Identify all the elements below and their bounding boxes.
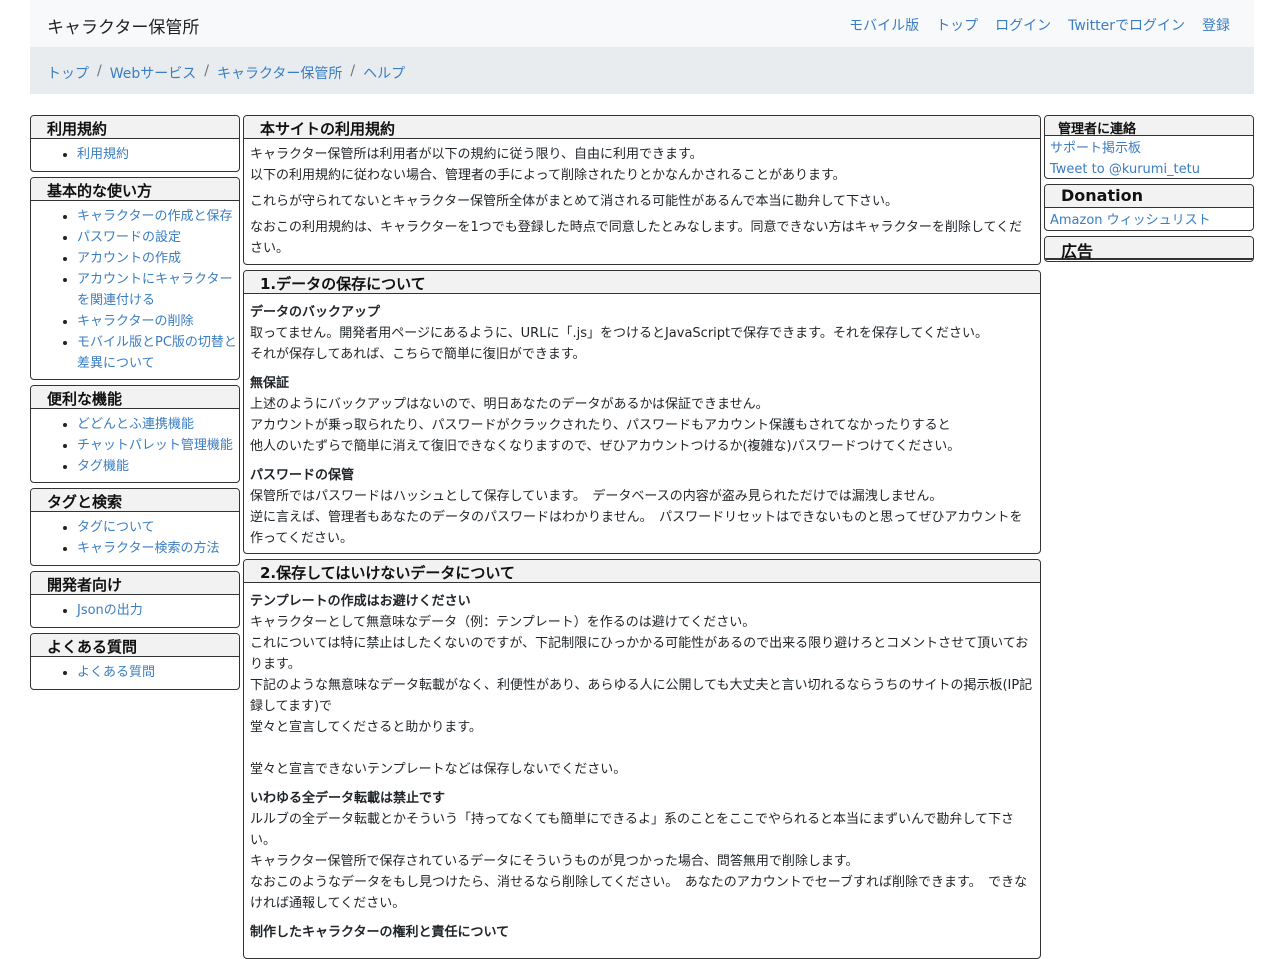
breadcrumb-webservice[interactable]: Webサービス [110,63,197,82]
sidebar-panel-title: 利用規約 [31,116,239,139]
navbar: キャラクター保管所 モバイル版 トップ ログイン Twitterでログイン 登録 [30,0,1254,47]
sidebar-item-json[interactable]: Jsonの出力 [77,603,143,618]
breadcrumb-help[interactable]: ヘルプ [363,63,405,82]
section1-panel: 1.データの保存について データのバックアップ 取ってません。開発者用ページにあ… [243,270,1041,554]
sidebar-panel-title: よくある質問 [31,634,239,657]
sidebar-item-dodontof[interactable]: どどんとふ連携機能 [77,417,194,432]
nav-twitter-login-link[interactable]: Twitterでログイン [1068,15,1185,35]
brand-link[interactable]: キャラクター保管所 [47,13,199,38]
template-text: これについては特に禁止はしたくないのですが、下記制限にひっかかる可能性があるので… [250,636,1029,672]
sidebar-panel-tags: タグと検索 タグについて キャラクター検索の方法 [30,488,240,566]
sidebar-panel-faq: よくある質問 よくある質問 [30,633,240,690]
breadcrumb-separator: / [350,63,356,79]
terms-text: なおこの利用規約は、キャラクターを1つでも登録した時点で同意したとみなします。同… [250,220,1023,256]
nav-mobile-link[interactable]: モバイル版 [849,15,919,35]
sidebar-item-tag-feature[interactable]: タグ機能 [77,459,129,474]
template-text: 堂々と宣言できないテンプレートなどは保存しないでください。 [250,762,627,777]
donation-title: Donation [1045,185,1253,208]
nav-top-link[interactable]: トップ [936,15,978,35]
password-text: 逆に言えば、管理者もあなたのデータのパスワードはわかりません。 パスワードリセッ… [250,510,1023,546]
section1-title: 1.データの保存について [244,271,1040,294]
template-heading: テンプレートの作成はお避けください [250,594,471,609]
sidebar-item-chat-palette[interactable]: チャットパレット管理機能 [77,438,233,453]
template-text: 堂々と宣言してくださると助かります。 [250,720,482,735]
sidebar-panel-title: 基本的な使い方 [31,178,239,201]
copy-heading: いわゆる全データ転載は禁止です [250,791,446,806]
support-board-link[interactable]: サポート掲示板 [1050,141,1141,156]
sidebar-panel-terms: 利用規約 利用規約 [30,115,240,172]
terms-text: これらが守られてないとキャラクター保管所全体がまとめて消される可能性があるんで本… [250,194,899,209]
copy-text: キャラクター保管所で保存されているデータにそういうものが見つかった場合、問答無用… [250,854,859,869]
password-text: 保管所ではパスワードはハッシュとして保存しています。 データベースの内容が盗み見… [250,489,943,504]
ad-title: 広告 [1045,237,1253,261]
nav-twitter-login-label: Twitterでログイン [1068,18,1185,34]
nav-links: モバイル版 トップ ログイン Twitterでログイン 登録 [849,15,1230,35]
sidebar-item-account[interactable]: アカウントの作成 [77,251,181,266]
section2-panel: 2.保存してはいけないデータについて テンプレートの作成はお避けください キャラ… [243,559,1041,959]
sidebar-panel-title: タグと検索 [31,489,239,512]
donation-panel: Donation Amazon ウィッシュリスト [1044,184,1254,231]
sidebar-item-about-tags[interactable]: タグについて [77,520,155,535]
password-heading: パスワードの保管 [250,468,355,483]
terms-title: 本サイトの利用規約 [244,116,1040,139]
noguarantee-text: アカウントが乗っ取られたり、パスワードがクラックされたり、パスワードもアカウント… [250,418,951,433]
backup-heading: データのバックアップ [250,305,381,320]
sidebar-item-link-account[interactable]: アカウントにキャラクターを関連付ける [77,272,232,308]
tweet-link[interactable]: Tweet to @kurumi_tetu [1050,162,1200,177]
breadcrumb-separator: / [97,63,102,79]
breadcrumb: トップ / Webサービス / キャラクター保管所 / ヘルプ [30,47,1254,94]
sidebar-panel-features: 便利な機能 どどんとふ連携機能 チャットパレット管理機能 タグ機能 [30,385,240,483]
section2-title: 2.保存してはいけないデータについて [244,560,1040,583]
sidebar-item-delete[interactable]: キャラクターの削除 [77,314,193,329]
contact-title: 管理者に連絡 [1045,116,1253,137]
sidebar-item-password[interactable]: パスワードの設定 [77,230,181,245]
noguarantee-text: 他人のいたずらで簡単に消えて復旧できなくなりますので、ぜひアカウントつけるか(複… [250,439,961,454]
breadcrumb-top[interactable]: トップ [47,63,89,82]
rights-heading: 制作したキャラクターの権利と責任について [250,925,510,940]
sidebar-item-search[interactable]: キャラクター検索の方法 [77,541,219,556]
breadcrumb-character-storage[interactable]: キャラクター保管所 [217,63,342,82]
template-text: キャラクターとして無意味なデータ（例：テンプレート）を作るのは避けてください。 [250,615,756,630]
backup-text: 取ってません。開発者用ページにあるように、URLに「.js」をつけるとJavaS… [250,326,989,341]
contact-panel: 管理者に連絡 サポート掲示板 Tweet to @kurumi_tetu [1044,115,1254,179]
sidebar-item-terms[interactable]: 利用規約 [77,147,129,162]
noguarantee-heading: 無保証 [250,376,290,391]
sidebar-panel-title: 便利な機能 [31,386,239,409]
sidebar-item-faq[interactable]: よくある質問 [77,665,155,680]
terms-text: 以下の利用規約に従わない場合、管理者の手によって削除されたりとかなんかされること… [250,168,846,183]
copy-text: ルルブの全データ転載とかそういう「持ってなくても簡単にできるよ」系のことをここで… [250,812,1015,848]
sidebar-item-create-save[interactable]: キャラクターの作成と保存 [77,209,232,224]
terms-panel: 本サイトの利用規約 キャラクター保管所は利用者が以下の規約に従う限り、自由に利用… [243,115,1041,265]
sidebar-panel-basic: 基本的な使い方 キャラクターの作成と保存 パスワードの設定 アカウントの作成 ア… [30,177,240,380]
sidebar-item-mobile-pc[interactable]: モバイル版とPC版の切替と差異について [77,335,237,371]
breadcrumb-separator: / [204,63,209,79]
template-text: 下記のような無意味なデータ転載がなく、利便性があり、あらゆる人に公開しても大丈夫… [250,678,1033,714]
amazon-wishlist-link[interactable]: Amazon ウィッシュリスト [1050,213,1211,228]
ad-panel: 広告 [1044,236,1254,262]
sidebar-panel-developer: 開発者向け Jsonの出力 [30,571,240,628]
noguarantee-text: 上述のようにバックアップはないので、明日あなたのデータがあるかは保証できません。 [250,397,769,412]
backup-text: それが保存してあれば、こちらで簡単に復旧ができます。 [250,347,586,362]
terms-text: キャラクター保管所は利用者が以下の規約に従う限り、自由に利用できます。 [250,147,703,162]
nav-login-link[interactable]: ログイン [995,15,1051,35]
sidebar-panel-title: 開発者向け [31,572,239,595]
nav-register-link[interactable]: 登録 [1202,15,1230,35]
copy-text: なおこのようなデータをもし見つけたら、消せるなら削除してください。 あなたのアカ… [250,875,1028,911]
